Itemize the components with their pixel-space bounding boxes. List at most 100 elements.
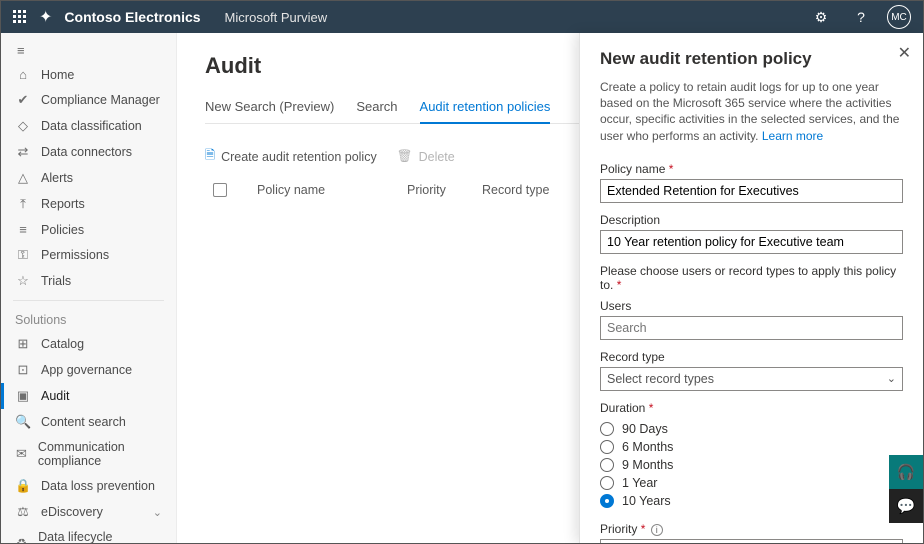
delete-label: Delete	[419, 150, 455, 164]
app-name: Microsoft Purview	[225, 10, 328, 25]
users-label: Users	[600, 299, 903, 313]
duration-label: 9 Months	[622, 458, 673, 472]
policy-name-label: Policy name *	[600, 162, 903, 176]
duration-option-10-years[interactable]: 10 Years	[600, 494, 903, 508]
radio-icon	[600, 422, 614, 436]
logo-icon: ✦	[39, 7, 52, 27]
info-icon[interactable]: i	[651, 524, 663, 536]
duration-label: Duration *	[600, 401, 903, 415]
sidebar-item-label: eDiscovery	[41, 505, 103, 519]
sidebar-item-label: Data connectors	[41, 145, 132, 159]
ediscovery-icon: ⚖	[15, 504, 31, 520]
sidebar-item-home[interactable]: ⌂Home	[1, 62, 176, 87]
radio-icon	[600, 458, 614, 472]
close-icon[interactable]: ✕	[898, 43, 911, 63]
priority-input[interactable]	[600, 539, 903, 543]
sidebar-item-label: Compliance Manager	[41, 93, 160, 107]
users-input[interactable]	[600, 316, 903, 340]
avatar[interactable]: MC	[887, 5, 911, 29]
tab-search[interactable]: Search	[356, 93, 397, 123]
sidebar-item-label: Data lifecycle management	[38, 530, 162, 543]
sidebar-item-label: Catalog	[41, 337, 84, 351]
create-policy-button[interactable]: 🗎 Create audit retention policy	[205, 146, 377, 167]
radio-icon	[600, 494, 614, 508]
duration-option-1-year[interactable]: 1 Year	[600, 476, 903, 490]
chevron-down-icon: ⌄	[153, 506, 162, 519]
sidebar-item-data-classification[interactable]: ◇Data classification	[1, 113, 176, 139]
sidebar-item-label: Communication compliance	[38, 440, 162, 468]
data-connectors-icon: ⇄	[15, 144, 31, 160]
collapse-nav-icon[interactable]: ≡	[1, 39, 176, 62]
sidebar-item-alerts[interactable]: △Alerts	[1, 165, 176, 191]
document-icon: 🗎	[205, 146, 215, 167]
sidebar-item-label: Data loss prevention	[41, 479, 155, 493]
record-type-label: Record type	[600, 350, 903, 364]
sidebar-item-compliance-manager[interactable]: ✔ Compliance Manager	[1, 87, 176, 113]
tab-new-search-preview-[interactable]: New Search (Preview)	[205, 93, 334, 123]
panel-description: Create a policy to retain audit logs for…	[600, 79, 903, 144]
choose-prompt: Please choose users or record types to a…	[600, 264, 903, 292]
sidebar-item-app-governance[interactable]: ⊡App governance	[1, 357, 176, 383]
sidebar-item-data-connectors[interactable]: ⇄ Data connectors	[1, 139, 176, 165]
audit-icon: ▣	[15, 388, 31, 404]
app-governance-icon: ⊡	[15, 362, 31, 378]
radio-icon	[600, 440, 614, 454]
priority-label: Priority * i	[600, 522, 903, 536]
alerts-icon: △	[15, 170, 31, 186]
compliance-manager-icon: ✔	[15, 92, 31, 108]
policies-icon: ≡	[15, 222, 31, 237]
select-all-checkbox[interactable]	[213, 183, 227, 197]
sidebar-item-data-lifecycle-management[interactable]: ♻ Data lifecycle management	[1, 525, 176, 543]
policy-name-input[interactable]	[600, 179, 903, 203]
sidebar-item-permissions[interactable]: ⚿Permissions	[1, 242, 176, 268]
tab-audit-retention-policies[interactable]: Audit retention policies	[420, 93, 551, 124]
delete-button: 🗑 Delete	[397, 149, 455, 164]
floating-actions: 🎧 💬	[889, 455, 923, 523]
content-search-icon: 🔍	[15, 414, 31, 430]
sidebar-item-label: Permissions	[41, 248, 109, 262]
data-lifecycle-management-icon: ♻	[15, 536, 28, 543]
sidebar-item-label: Content search	[41, 415, 126, 429]
top-bar: ✦ Contoso Electronics Microsoft Purview …	[1, 1, 923, 33]
sidebar-item-label: Audit	[41, 389, 70, 403]
sidebar-item-communication-compliance[interactable]: ✉ Communication compliance	[1, 435, 176, 473]
delete-icon: 🗑	[397, 149, 413, 164]
solutions-header: Solutions	[1, 307, 176, 331]
record-type-select[interactable]: Select record types ⌄	[600, 367, 903, 391]
sidebar-item-ediscovery[interactable]: ⚖ eDiscovery ⌄	[1, 499, 176, 525]
panel-title: New audit retention policy	[600, 49, 903, 69]
learn-more-link[interactable]: Learn more	[762, 129, 823, 143]
sidebar-item-catalog[interactable]: ⊞ Catalog	[1, 331, 176, 357]
settings-icon[interactable]: ⚙	[807, 3, 835, 31]
sidebar-item-audit[interactable]: ▣ Audit	[1, 383, 176, 409]
data-loss-prevention-icon: 🔒	[15, 478, 31, 494]
duration-label: 1 Year	[622, 476, 657, 490]
waffle-icon	[13, 10, 27, 24]
sidebar-item-label: Trials	[41, 274, 71, 288]
help-icon[interactable]: ?	[847, 3, 875, 31]
reports-icon: ⤒	[15, 196, 31, 212]
duration-option-90-days[interactable]: 90 Days	[600, 422, 903, 436]
org-name: Contoso Electronics	[64, 9, 200, 25]
app-launcher[interactable]	[13, 10, 27, 24]
catalog-icon: ⊞	[15, 336, 31, 352]
duration-label: 6 Months	[622, 440, 673, 454]
data-classification-icon: ◇	[15, 118, 31, 134]
communication-compliance-icon: ✉	[15, 446, 28, 462]
sidebar-item-trials[interactable]: ☆Trials	[1, 268, 176, 294]
panel-description-text: Create a policy to retain audit logs for…	[600, 80, 899, 143]
sidebar-item-reports[interactable]: ⤒Reports	[1, 191, 176, 217]
new-policy-panel: ✕ New audit retention policy Create a po…	[579, 33, 923, 543]
duration-option-9-months[interactable]: 9 Months	[600, 458, 903, 472]
duration-option-6-months[interactable]: 6 Months	[600, 440, 903, 454]
column-priority: Priority	[407, 183, 452, 197]
headset-fab[interactable]: 🎧	[889, 455, 923, 489]
sidebar-item-content-search[interactable]: 🔍 Content search	[1, 409, 176, 435]
description-input[interactable]	[600, 230, 903, 254]
chevron-down-icon: ⌄	[887, 372, 896, 385]
home-icon: ⌂	[15, 67, 31, 82]
feedback-fab[interactable]: 💬	[889, 489, 923, 523]
sidebar-item-label: Policies	[41, 223, 84, 237]
sidebar-item-policies[interactable]: ≡ Policies	[1, 217, 176, 242]
sidebar-item-data-loss-prevention[interactable]: 🔒 Data loss prevention	[1, 473, 176, 499]
